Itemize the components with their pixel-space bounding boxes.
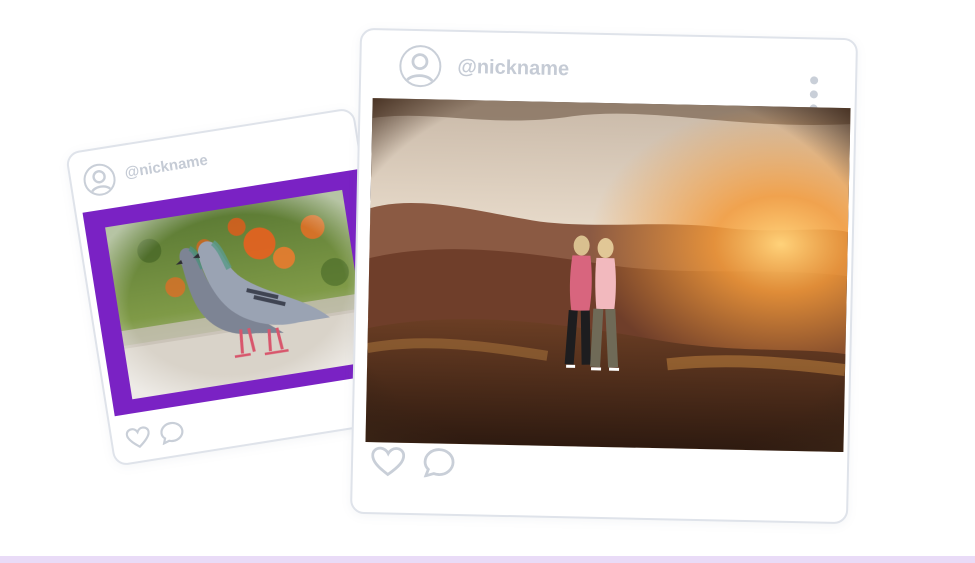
username-label[interactable]: @nickname <box>457 56 569 81</box>
heart-icon[interactable] <box>125 425 152 450</box>
post-photo-sunset <box>365 98 851 453</box>
user-avatar-icon[interactable] <box>81 161 118 199</box>
post-photo-pigeons <box>82 168 392 417</box>
bottom-accent-strip <box>0 556 975 563</box>
username-label[interactable]: @nickname <box>124 152 209 182</box>
heart-icon[interactable] <box>371 446 406 477</box>
post-card-sunset: @nickname <box>349 27 859 525</box>
user-avatar-icon[interactable] <box>398 44 442 88</box>
comment-icon[interactable] <box>423 447 456 478</box>
comment-icon[interactable] <box>158 420 185 446</box>
